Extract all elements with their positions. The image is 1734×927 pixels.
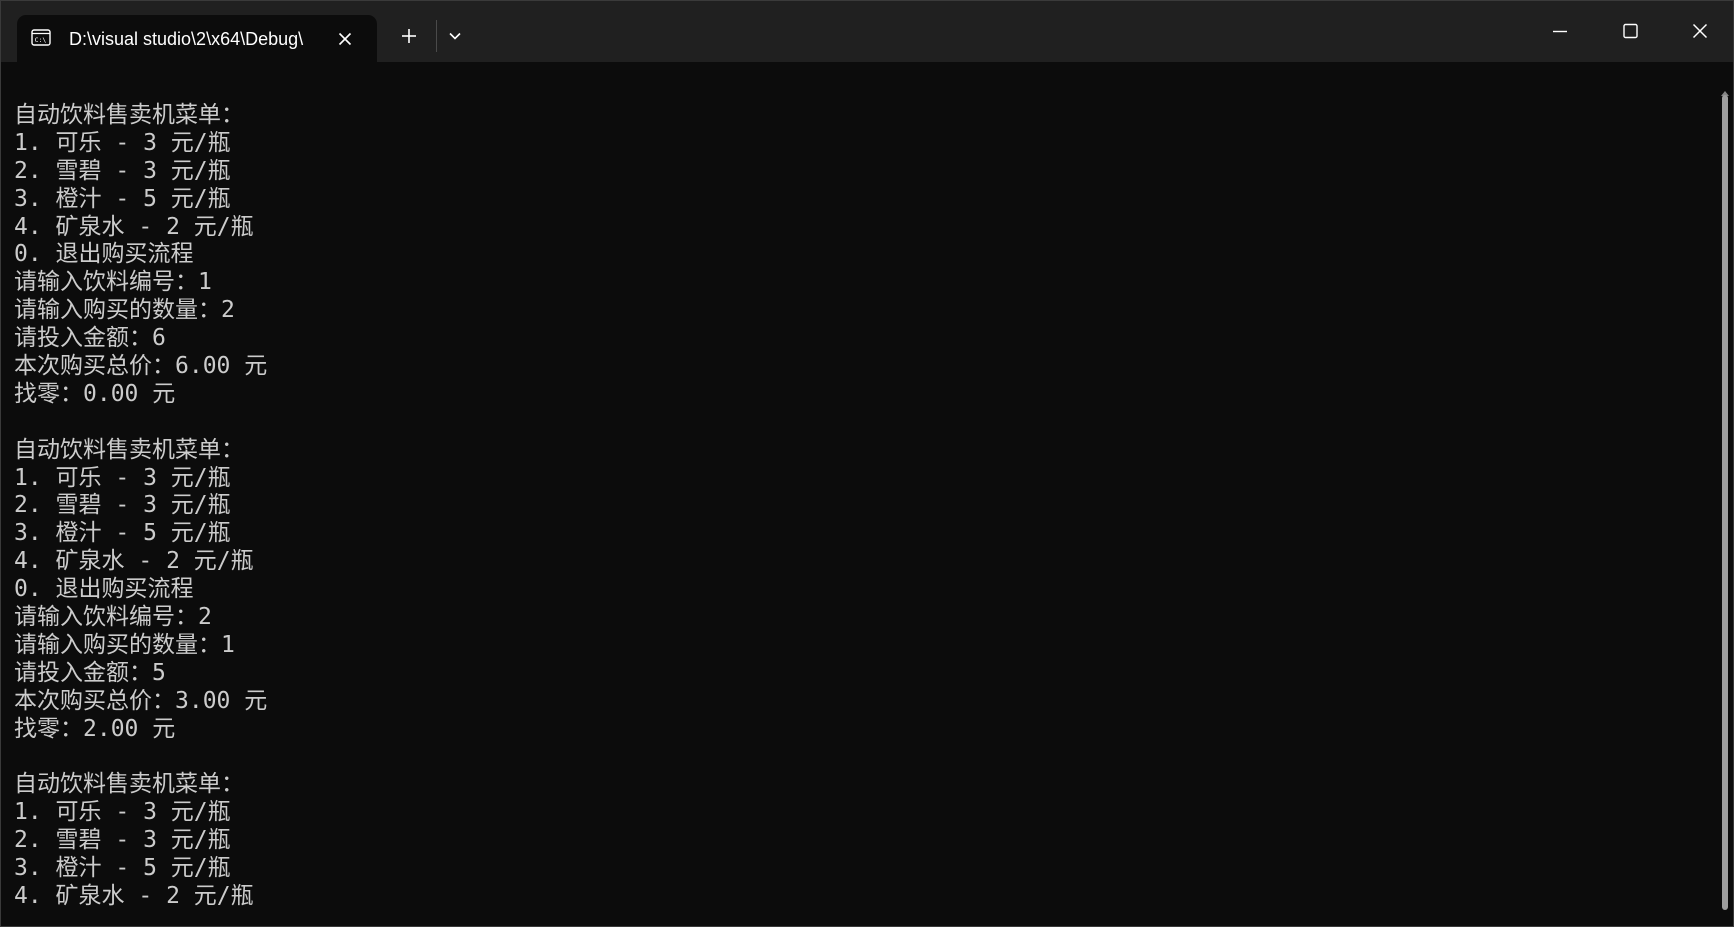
console-line: 3. 橙汁 - 5 元/瓶 [14,520,231,547]
maximize-icon [1623,23,1638,39]
close-icon [1692,23,1708,39]
console-line: 4. 矿泉水 - 2 元/瓶 [14,548,254,575]
console-line: 3. 橙汁 - 5 元/瓶 [14,185,231,212]
console-line: 1. 可乐 - 3 元/瓶 [14,799,231,826]
svg-text:C:\: C:\ [35,36,47,44]
console-line: 1. 可乐 - 3 元/瓶 [14,129,231,156]
close-icon[interactable] [333,27,357,51]
console-line: 自动饮料售卖机菜单： [14,436,244,463]
console-line: 2. 雪碧 - 3 元/瓶 [14,492,231,519]
console-line: 请投入金额：6 [14,325,166,352]
console-line: 请输入购买的数量：2 [14,297,235,324]
console-line: 2. 雪碧 - 3 元/瓶 [14,157,231,184]
plus-icon[interactable] [396,23,422,49]
tab-title: D:\visual studio\2\x64\Debug\ [69,29,304,49]
vertical-scrollbar[interactable] [1715,62,1733,926]
maximize-button[interactable] [1595,1,1665,62]
console-icon: C:\ [31,29,51,46]
console-line: 0. 退出购买流程 [14,241,194,268]
minimize-icon [1553,30,1567,33]
console-line: 本次购买总价：3.00 元 [14,687,268,714]
console-line: 1. 可乐 - 3 元/瓶 [14,464,231,491]
close-button[interactable] [1665,1,1733,62]
console-line: 自动饮料售卖机菜单： [14,771,244,798]
console-line: 请输入饮料编号：1 [14,269,212,296]
tab-divider [436,20,437,52]
console-output[interactable]: 自动饮料售卖机菜单： 1. 可乐 - 3 元/瓶 2. 雪碧 - 3 元/瓶 3… [14,102,1714,926]
console-line: 本次购买总价：6.00 元 [14,353,268,380]
console-line: 0. 退出购买流程 [14,576,194,603]
title-bar[interactable]: C:\ D:\visual studio\2\x64\Debug\ [1,1,1733,62]
console-line: 4. 矿泉水 - 2 元/瓶 [14,213,254,240]
console-line: 请输入购买的数量：1 [14,631,235,658]
console-line: 2. 雪碧 - 3 元/瓶 [14,827,231,854]
terminal-window: C:\ D:\visual studio\2\x64\Debug\ 自动饮料售卖… [0,0,1734,927]
console-line: 请投入金额：5 [14,659,166,686]
console-line: 4. 矿泉水 - 2 元/瓶 [14,882,254,909]
minimize-button[interactable] [1525,1,1595,62]
console-line: 3. 橙汁 - 5 元/瓶 [14,855,231,882]
console-line: 找零：0.00 元 [14,380,176,407]
console-line: 请输入饮料编号：2 [14,604,212,631]
console-line: 自动饮料售卖机菜单： [14,102,244,128]
scrollbar-thumb[interactable] [1722,95,1728,910]
tab-active[interactable]: C:\ D:\visual studio\2\x64\Debug\ [17,15,377,62]
console-line: 找零：2.00 元 [14,715,176,742]
chevron-down-icon[interactable] [444,25,466,47]
